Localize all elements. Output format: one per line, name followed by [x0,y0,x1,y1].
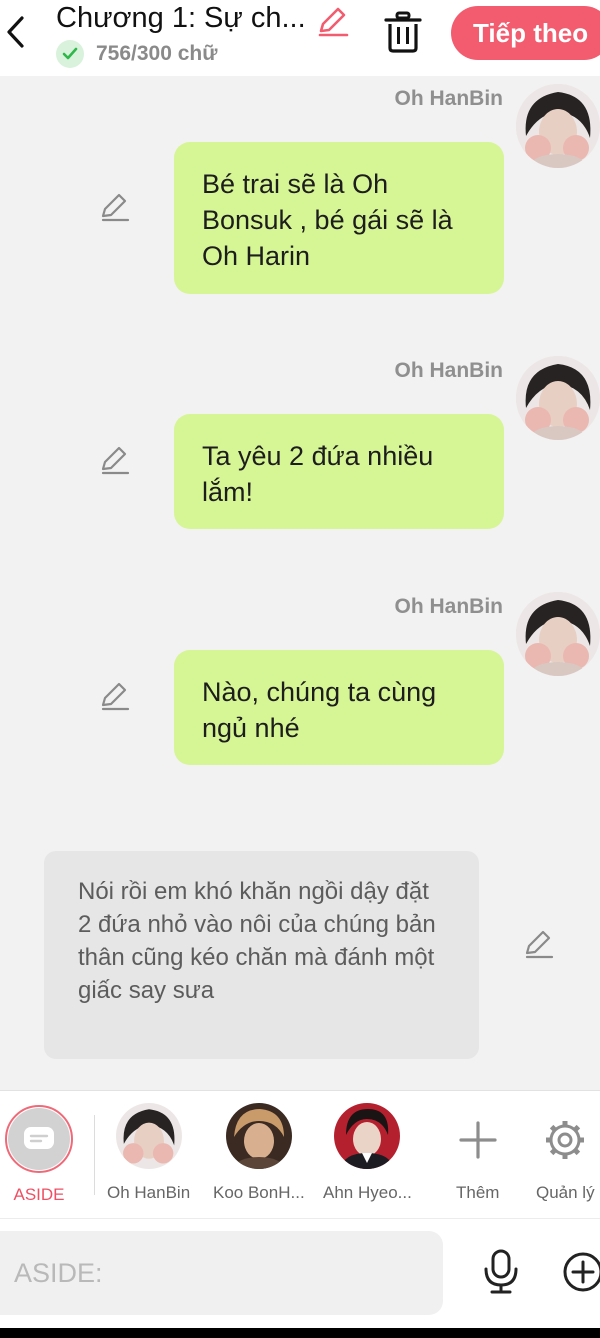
sender-name: Oh HanBin [394,87,504,110]
aside-avatar [5,1105,73,1173]
manage-label: Quản lý [536,1183,595,1202]
avatar-image [516,592,600,676]
character-label: Ahn Hyeo... [323,1183,412,1202]
chapter-title[interactable]: Chương 1: Sự ch... [56,2,306,35]
input-bar [0,1218,600,1328]
add-label: Thêm [456,1183,500,1202]
microphone-icon[interactable] [480,1249,522,1295]
avatar [225,1103,292,1169]
character-aside[interactable]: ASIDE [5,1105,73,1205]
pencil-icon[interactable] [523,927,555,959]
message-bubble[interactable]: Ta yêu 2 đứa nhiều lắm! [174,414,504,529]
back-button[interactable] [0,12,30,52]
avatar-image [516,356,600,440]
manage-button[interactable]: Quản lý [536,1103,595,1203]
pencil-icon[interactable] [99,190,131,222]
avatar[interactable] [516,592,600,676]
message-input[interactable] [0,1231,443,1315]
character-koo-bonh[interactable]: Koo BonH... [213,1103,305,1203]
system-nav-strip [0,1328,600,1338]
check-icon [62,47,78,60]
character-label: ASIDE [13,1185,65,1204]
pencil-icon[interactable] [99,443,131,475]
divider [94,1115,95,1195]
word-count: 756/300 chữ [96,42,218,65]
message-bubble[interactable]: Nào, chúng ta cùng ngủ nhé [174,650,504,765]
message-icon [24,1127,54,1149]
sender-name: Oh HanBin [394,595,504,618]
trash-icon[interactable] [382,10,424,54]
sender-name: Oh HanBin [394,359,504,382]
plus-circle-icon[interactable] [562,1251,600,1293]
avatar[interactable] [516,84,600,168]
gear-icon [546,1121,585,1159]
top-bar: Chương 1: Sự ch... 756/300 chữ Tiếp theo [0,0,600,76]
avatar [334,1103,401,1169]
avatar [115,1103,182,1169]
check-badge [56,40,84,68]
pencil-icon[interactable] [99,679,131,711]
character-oh-hanbin[interactable]: Oh HanBin [107,1103,190,1203]
aside-narration[interactable]: Nói rồi em khó khăn ngồi dậy đặt 2 đứa n… [44,851,479,1059]
avatar-image [516,84,600,168]
next-button[interactable]: Tiếp theo [451,6,600,60]
character-label: Oh HanBin [107,1183,191,1202]
character-label: Koo BonH... [213,1183,305,1202]
avatar[interactable] [516,356,600,440]
add-character-button[interactable]: Thêm [456,1103,499,1203]
plus-icon [459,1121,497,1159]
message-bubble[interactable]: Bé trai sẽ là Oh Bonsuk , bé gái sẽ là O… [174,142,504,294]
back-icon [7,16,24,48]
character-ahn-hyeo[interactable]: Ahn Hyeo... [323,1103,412,1203]
word-count-row: 756/300 chữ [56,40,217,68]
character-bar: ASIDE Oh HanBin Koo BonH... Ahn Hyeo... … [0,1090,600,1218]
edit-title-icon[interactable] [316,4,350,38]
